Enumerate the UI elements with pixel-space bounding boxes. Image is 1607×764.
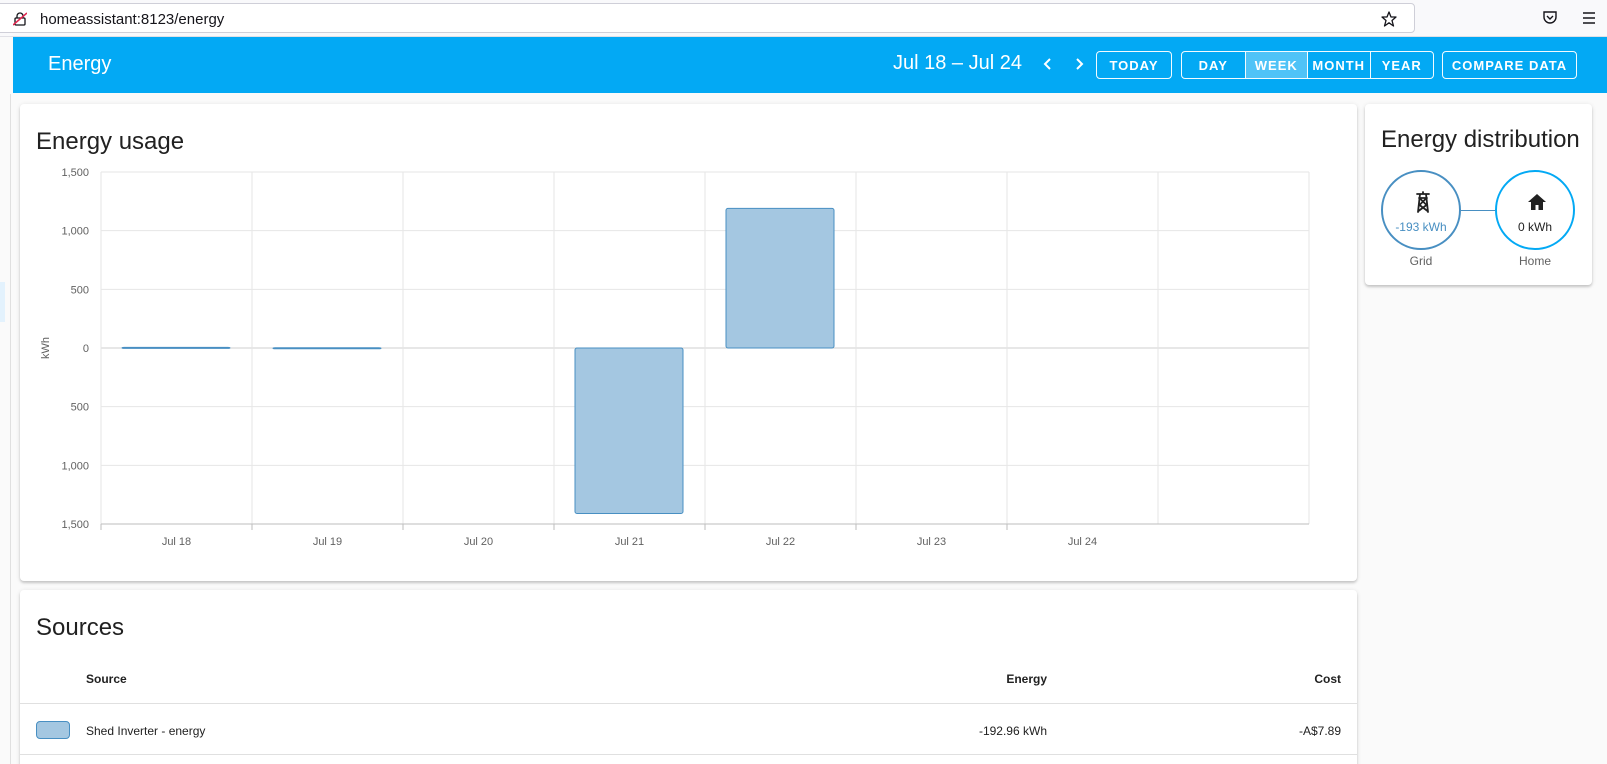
y-tick-label: 1,500 (61, 519, 89, 531)
page-title: Energy (48, 53, 112, 75)
sidebar-divider (10, 94, 11, 764)
y-tick-label: 1,000 (61, 226, 89, 238)
y-tick-label: 500 (71, 402, 89, 414)
grid-energy-value: -193 kWh (1395, 220, 1447, 234)
y-tick-label: 0 (83, 343, 89, 355)
home-node[interactable]: 0 kWh (1495, 170, 1575, 250)
x-tick-label: Jul 23 (917, 536, 946, 548)
column-header-cost: Cost (1314, 672, 1341, 686)
home-icon (1528, 194, 1546, 210)
url-bar[interactable]: homeassistant:8123/energy (0, 3, 1415, 33)
chart-bar (574, 347, 684, 514)
period-day-button[interactable]: DAY (1182, 52, 1246, 78)
app-header: Energy Jul 18 – Jul 24 TODAY DAY WEEK MO… (13, 37, 1607, 93)
url-text: homeassistant:8123/energy (40, 11, 225, 28)
grid-label: Grid (1409, 254, 1433, 268)
sources-card: Sources Source Energy Cost Shed Inverter… (20, 590, 1357, 764)
x-tick-label: Jul 19 (313, 536, 342, 548)
insecure-lock-icon[interactable] (13, 12, 27, 26)
chart-bar (121, 346, 231, 349)
chevron-right-icon[interactable] (1066, 51, 1092, 77)
source-name: Shed Inverter - energy (86, 724, 206, 738)
home-label: Home (1518, 254, 1551, 268)
y-axis-label: kWh (40, 337, 52, 359)
compare-data-button[interactable]: COMPARE DATA (1442, 51, 1577, 79)
chart-bar (725, 207, 835, 349)
x-tick-label: Jul 21 (615, 536, 644, 548)
transmission-tower-icon (1416, 191, 1430, 213)
grid-node[interactable]: -193 kWh (1381, 170, 1461, 250)
energy-distribution-card: Energy distribution -193 kWh 0 kWh Grid … (1365, 104, 1592, 285)
today-button[interactable]: TODAY (1096, 51, 1172, 79)
sidebar-active-indicator[interactable] (0, 282, 5, 322)
table-header-divider (20, 703, 1357, 704)
home-energy-value: 0 kWh (1517, 220, 1552, 234)
hamburger-menu-icon[interactable] (1581, 10, 1597, 26)
energy-distribution-title: Energy distribution (1381, 126, 1580, 153)
source-energy: -192.96 kWh (978, 724, 1047, 738)
source-cost: -A$7.89 (1298, 724, 1341, 738)
sources-title: Sources (36, 614, 125, 641)
y-tick-label: 1,000 (61, 460, 89, 472)
grid-home-flow-line (1461, 210, 1495, 211)
date-range-label: Jul 18 – Jul 24 (893, 52, 1022, 74)
energy-usage-card: Energy usage 1,500 1,000 500 0 500 1,000 1,500… (20, 104, 1357, 581)
period-week-button[interactable]: WEEK (1245, 52, 1308, 78)
sidebar-collapsed-edge (0, 37, 13, 764)
x-tick-label: Jul 22 (766, 536, 795, 548)
tracking-shield-icon[interactable] (0, 12, 1, 26)
period-selector: DAY WEEK MONTH YEAR (1181, 51, 1434, 79)
browser-toolbar: homeassistant:8123/energy (0, 0, 1607, 37)
column-header-energy: Energy (1006, 672, 1047, 686)
x-tick-label: Jul 24 (1068, 536, 1097, 548)
column-header-source: Source (86, 672, 127, 686)
source-color-swatch (36, 721, 70, 739)
y-tick-label: 500 (71, 284, 89, 296)
period-month-button[interactable]: MONTH (1308, 52, 1371, 78)
x-tick-label: Jul 18 (162, 536, 191, 548)
period-year-button[interactable]: YEAR (1371, 52, 1434, 78)
chevron-left-icon[interactable] (1035, 51, 1061, 77)
energy-usage-chart[interactable]: 1,500 1,000 500 0 500 1,000 1,500 kWh Jul 18 Jul … (20, 104, 1357, 581)
chart-bar (272, 347, 382, 350)
bookmark-star-icon[interactable] (1381, 11, 1397, 27)
pocket-icon[interactable] (1542, 10, 1558, 26)
y-tick-label: 1,500 (61, 167, 89, 179)
x-tick-label: Jul 20 (464, 536, 493, 548)
table-row-divider (20, 754, 1357, 755)
